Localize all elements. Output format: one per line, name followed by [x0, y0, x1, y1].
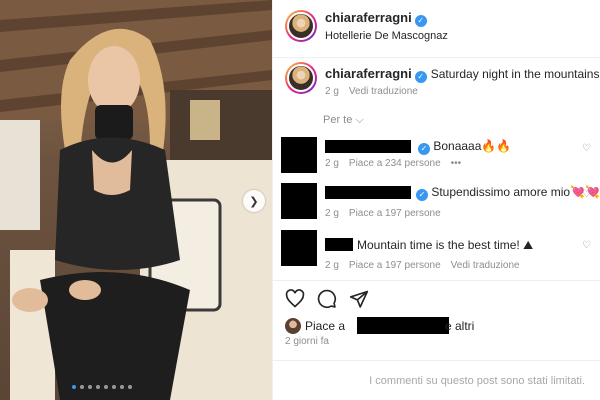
verified-icon: ✓	[418, 143, 430, 155]
next-photo-button[interactable]: ❯	[243, 190, 265, 212]
photo-pagination-dots	[72, 385, 132, 389]
comment-text: Bonaaaa🔥🔥	[433, 139, 512, 153]
verified-icon: ✓	[414, 15, 427, 27]
likes-suffix[interactable]: e altri	[445, 319, 474, 333]
photo-dot	[104, 385, 108, 389]
post-header: chiaraferragni ✓ Hotellerie De Mascognaz	[273, 0, 600, 58]
author-username[interactable]: chiaraferragni	[325, 10, 412, 25]
comment-icon[interactable]	[317, 289, 337, 309]
comment-like-heart-icon[interactable]: ♡	[582, 143, 591, 154]
comment-item: Mountain time is the best time! ⛰ 2 g Pia…	[273, 230, 600, 274]
comment-username-redacted[interactable]	[325, 186, 411, 199]
post-time-ago: 2 giorni fa	[285, 336, 329, 347]
caption-avatar[interactable]	[285, 62, 317, 94]
comment-likes[interactable]: Piace a 234 persone	[349, 158, 441, 169]
comments-limited-notice: I commenti su questo post sono stati lim…	[273, 360, 600, 400]
comment-age: 2 g	[325, 208, 339, 219]
comment-age: 2 g	[325, 260, 339, 271]
comment-text-row: Mountain time is the best time! ⛰	[357, 238, 533, 253]
photo-illustration	[0, 0, 272, 400]
post-details-panel: chiaraferragni ✓ Hotellerie De Mascognaz …	[272, 0, 600, 400]
comment-more-button[interactable]: •••	[451, 158, 462, 169]
comments-filter-dropdown[interactable]: Per te ⌵	[323, 114, 364, 127]
comment-age: 2 g	[325, 158, 339, 169]
caption-line: chiaraferragni ✓ Saturday night in the mou…	[325, 66, 600, 83]
caption-meta: 2 g Vedi traduzione	[325, 86, 418, 97]
photo-dot	[128, 385, 132, 389]
comment-meta: 2 g Piace a 234 persone •••	[325, 158, 461, 169]
heart-icon[interactable]	[285, 289, 305, 309]
photo-dot	[80, 385, 84, 389]
share-icon[interactable]	[349, 289, 369, 309]
comment-like-heart-icon[interactable]: ♡	[582, 240, 591, 251]
verified-icon: ✓	[414, 71, 427, 83]
comment-text: Mountain time is the best time! ⛰	[357, 238, 534, 252]
author-avatar[interactable]	[285, 10, 317, 42]
comment-item: ✓ Stupendissimo amore mio💘💘💘 2 g Piace a …	[273, 183, 600, 227]
photo-dot	[72, 385, 76, 389]
likes-prefix: Piace a	[305, 319, 346, 333]
caption-translate-link[interactable]: Vedi traduzione	[349, 86, 418, 97]
chevron-right-icon: ❯	[249, 195, 259, 208]
caption-age: 2 g	[325, 86, 339, 97]
caption-username[interactable]: chiaraferragni	[325, 66, 412, 81]
comment-text-row: ✓ Stupendissimo amore mio💘💘💘	[413, 185, 600, 201]
post-location[interactable]: Hotellerie De Mascognaz	[325, 30, 448, 42]
author-username-row[interactable]: chiaraferragni ✓	[325, 10, 427, 27]
comment-item: ✓ Bonaaaa🔥🔥 2 g Piace a 234 persone ••• ♡	[273, 137, 600, 181]
comment-text-row: ✓ Bonaaaa🔥🔥	[415, 139, 511, 155]
verified-icon: ✓	[416, 189, 428, 201]
photo-dot	[96, 385, 100, 389]
comment-like-heart-icon[interactable]: ♡	[582, 189, 591, 200]
comment-username-redacted[interactable]	[325, 140, 411, 153]
comment-avatar-redacted[interactable]	[281, 183, 317, 219]
comment-meta: 2 g Piace a 197 persone	[325, 208, 441, 219]
post-photo[interactable]: ❯	[0, 0, 272, 400]
comment-username-redacted[interactable]	[325, 238, 353, 251]
post-action-bar	[273, 280, 600, 312]
photo-dot	[120, 385, 124, 389]
comment-translate-link[interactable]: Vedi traduzione	[451, 260, 520, 271]
comment-avatar-redacted[interactable]	[281, 230, 317, 266]
comment-likes[interactable]: Piace a 197 persone	[349, 208, 441, 219]
comment-text: Stupendissimo amore mio💘💘💘	[431, 185, 600, 199]
photo-dot	[88, 385, 92, 389]
liker-username-redacted[interactable]	[357, 317, 449, 334]
comment-likes[interactable]: Piace a 197 persone	[349, 260, 441, 271]
photo-dot	[112, 385, 116, 389]
caption-text: Saturday night in the mountains ⛰	[430, 67, 600, 81]
comment-meta: 2 g Piace a 197 persone Vedi traduzione	[325, 260, 520, 271]
liker-avatar	[285, 318, 301, 334]
comment-avatar-redacted[interactable]	[281, 137, 317, 173]
